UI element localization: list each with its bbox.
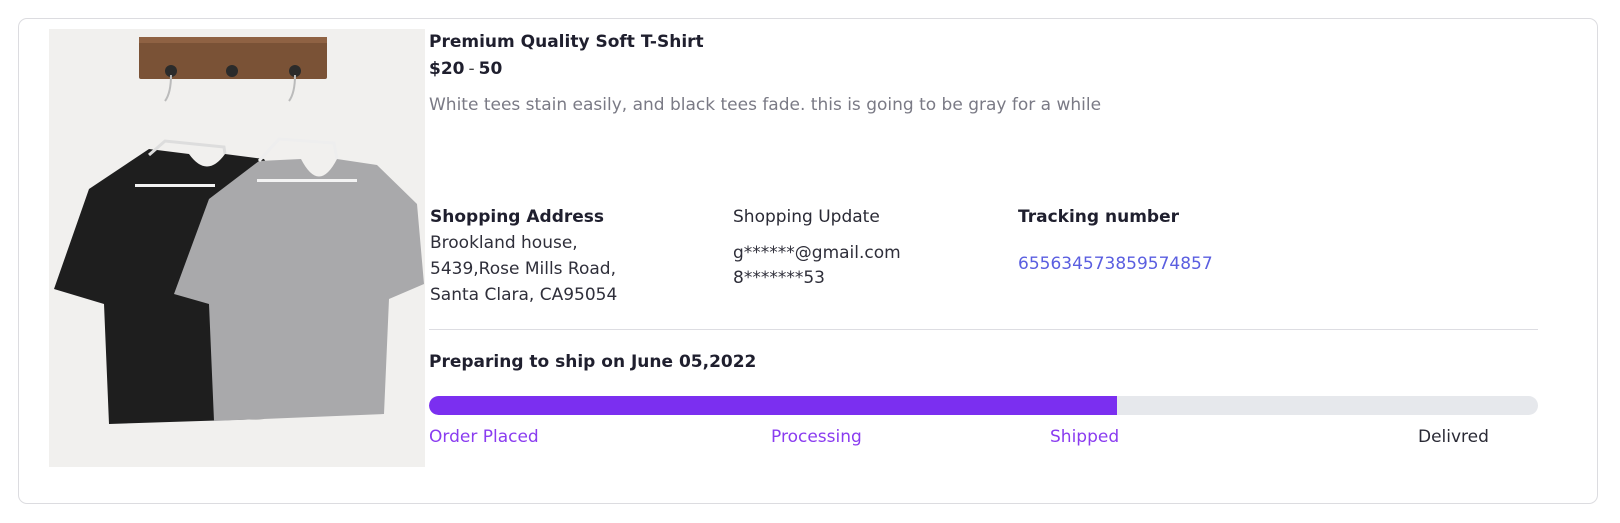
address-line: 5439,Rose Mills Road, — [430, 259, 616, 279]
price-min: $20 — [429, 59, 465, 79]
shipping-update: Shopping Update g******@gmail.com 8*****… — [733, 204, 901, 291]
ship-status-message: Preparing to ship on June 05,2022 — [429, 352, 757, 372]
shipping-address: Shopping Address Brookland house, 5439,R… — [430, 204, 617, 308]
product-description: White tees stain easily, and black tees … — [429, 95, 1102, 115]
update-phone: 8*******53 — [733, 268, 825, 288]
progress-bar — [429, 396, 1538, 415]
price-max: 50 — [478, 59, 503, 79]
product-image — [49, 29, 425, 467]
step-delivered: Delivred — [1418, 427, 1489, 447]
product-price: $20-50 — [429, 59, 502, 79]
address-line: Brookland house, — [430, 233, 578, 253]
step-order-placed: Order Placed — [429, 427, 539, 447]
address-line: Santa Clara, CA95054 — [430, 285, 618, 305]
update-email: g******@gmail.com — [733, 243, 901, 263]
divider — [429, 329, 1538, 330]
price-separator: - — [468, 59, 475, 79]
step-shipped: Shipped — [1050, 427, 1120, 447]
step-processing: Processing — [771, 427, 862, 447]
address-heading: Shopping Address — [430, 207, 605, 227]
progress-fill — [429, 396, 1117, 415]
update-heading: Shopping Update — [733, 207, 880, 227]
product-title: Premium Quality Soft T-Shirt — [429, 32, 704, 52]
tracking-section: Tracking number 655634573859574857 — [1018, 204, 1213, 277]
tracking-number-link[interactable]: 655634573859574857 — [1018, 251, 1213, 277]
tracking-heading: Tracking number — [1018, 207, 1179, 227]
order-info: Premium Quality Soft T-Shirt $20-50 Whit… — [429, 0, 1549, 523]
